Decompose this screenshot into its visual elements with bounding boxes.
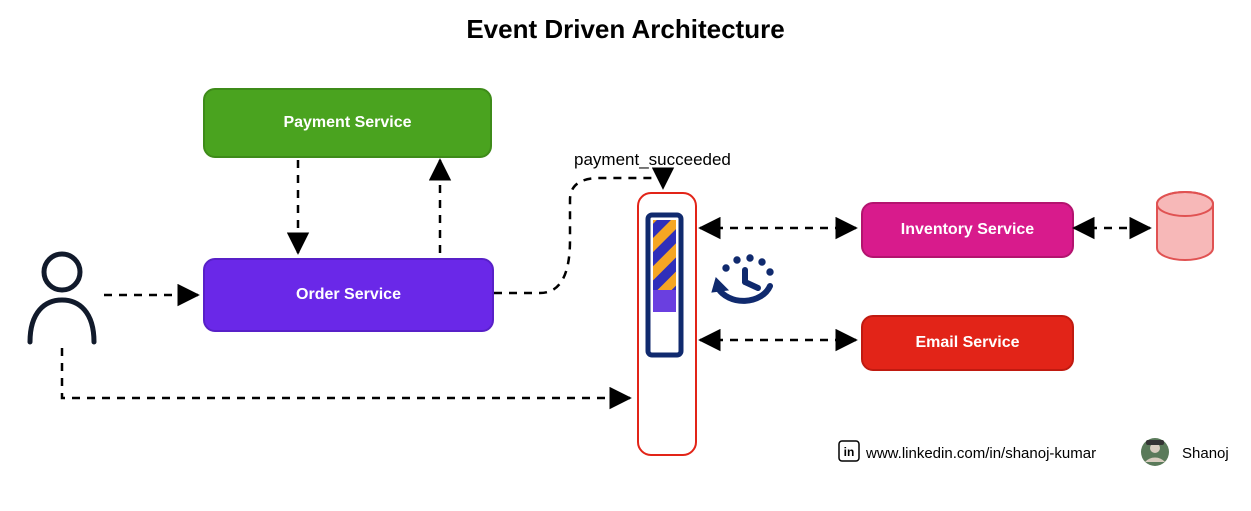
payment-service-box: Payment Service	[203, 88, 492, 158]
event-bus	[637, 192, 697, 456]
payment-service-label: Payment Service	[283, 114, 411, 132]
database-icon	[1157, 192, 1213, 260]
email-service-box: Email Service	[861, 315, 1074, 371]
email-service-label: Email Service	[915, 334, 1019, 352]
avatar-icon	[1141, 438, 1169, 466]
order-service-label: Order Service	[296, 286, 401, 304]
diagram-stage: Event Driven Architecture Payment Servic…	[0, 0, 1251, 511]
diagram-title: Event Driven Architecture	[0, 14, 1251, 45]
event-label: payment_succeeded	[574, 150, 731, 170]
inventory-service-label: Inventory Service	[901, 221, 1034, 239]
arrow-user-to-bus	[62, 348, 630, 398]
user-icon	[30, 254, 94, 342]
linkedin-icon: in	[839, 441, 859, 461]
svg-text:in: in	[844, 445, 855, 459]
retry-icon	[712, 255, 773, 301]
footer-name: Shanoj	[1182, 445, 1229, 462]
footer-link[interactable]: www.linkedin.com/in/shanoj-kumar	[866, 445, 1096, 462]
inventory-service-box: Inventory Service	[861, 202, 1074, 258]
order-service-box: Order Service	[203, 258, 494, 332]
